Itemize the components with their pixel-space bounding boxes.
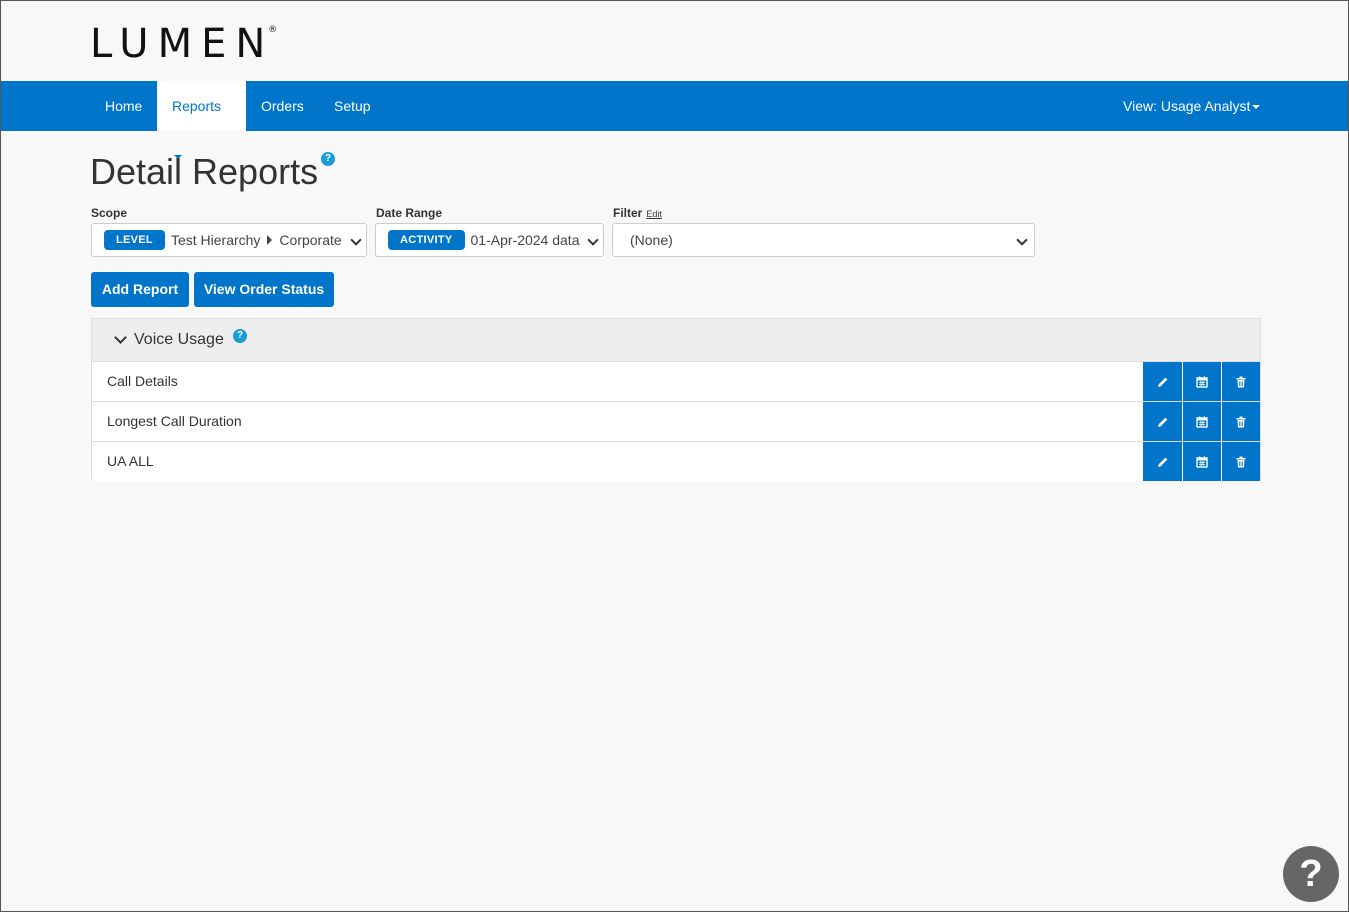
- table-row: Longest Call Duration: [92, 401, 1260, 441]
- help-fab-button[interactable]: ?: [1283, 846, 1339, 902]
- panel-title: Voice Usage: [134, 331, 224, 348]
- calendar-icon: [1196, 416, 1208, 428]
- edit-button[interactable]: [1143, 402, 1182, 441]
- trash-icon: [1236, 456, 1246, 467]
- trash-icon: [1236, 376, 1246, 387]
- page-title: Detail Reports: [90, 151, 319, 192]
- table-row: Call Details: [92, 361, 1260, 401]
- scope-select[interactable]: LEVEL Test Hierarchy Corporate: [91, 223, 367, 257]
- view-selector[interactable]: View: Usage Analyst: [1108, 81, 1275, 131]
- pencil-icon: [1157, 457, 1167, 467]
- schedule-button[interactable]: [1182, 402, 1221, 441]
- nav-reports[interactable]: Reports: [157, 81, 246, 160]
- trash-icon: [1236, 416, 1246, 427]
- calendar-icon: [1196, 376, 1208, 388]
- report-name[interactable]: UA ALL: [107, 453, 154, 469]
- row-actions: [1143, 442, 1260, 481]
- row-actions: [1143, 402, 1260, 441]
- schedule-button[interactable]: [1182, 362, 1221, 401]
- date-range-value: 01-Apr-2024 data: [470, 232, 580, 248]
- nav-home[interactable]: Home: [90, 81, 157, 131]
- edit-button[interactable]: [1143, 362, 1182, 401]
- chevron-down-icon: [350, 234, 362, 246]
- chevron-down-icon[interactable]: [114, 331, 127, 344]
- calendar-icon: [1196, 456, 1208, 468]
- filter-edit-link[interactable]: Edit: [646, 209, 662, 219]
- nav-orders[interactable]: Orders: [246, 81, 319, 131]
- nav-setup[interactable]: Setup: [319, 81, 386, 131]
- filter-label: Filter Edit: [613, 206, 662, 220]
- lumen-logo[interactable]: LUMEN ®: [90, 21, 277, 67]
- activity-pill: ACTIVITY: [388, 230, 465, 250]
- filter-value: (None): [630, 232, 673, 248]
- caret-right-icon: [267, 235, 273, 245]
- scope-label: Scope: [91, 206, 128, 220]
- help-icon[interactable]: ?: [233, 329, 247, 343]
- view-order-status-button[interactable]: View Order Status: [194, 272, 334, 307]
- add-report-button[interactable]: Add Report: [91, 272, 189, 307]
- date-range-label: Date Range: [376, 206, 443, 220]
- scope-path-corporate: Corporate: [279, 232, 342, 248]
- schedule-button[interactable]: [1182, 442, 1221, 481]
- caret-down-icon: [1252, 105, 1261, 110]
- table-row: UA ALL: [92, 441, 1260, 481]
- delete-button[interactable]: [1221, 362, 1260, 401]
- delete-button[interactable]: [1221, 442, 1260, 481]
- voice-usage-panel: Voice Usage ? Call Details Longest Call …: [91, 318, 1261, 481]
- row-actions: [1143, 362, 1260, 401]
- pencil-icon: [1157, 417, 1167, 427]
- chevron-down-icon: [1016, 234, 1028, 246]
- help-icon[interactable]: ?: [321, 152, 335, 166]
- pencil-icon: [1157, 377, 1167, 387]
- main-navbar: Home Reports Orders Setup View: Usage An…: [1, 81, 1348, 160]
- edit-button[interactable]: [1143, 442, 1182, 481]
- chevron-down-icon: [587, 234, 599, 246]
- date-range-select[interactable]: ACTIVITY 01-Apr-2024 data: [375, 223, 604, 257]
- filter-select[interactable]: (None): [612, 223, 1035, 257]
- panel-header[interactable]: Voice Usage ?: [92, 319, 1260, 361]
- report-name[interactable]: Longest Call Duration: [107, 413, 242, 429]
- delete-button[interactable]: [1221, 402, 1260, 441]
- scope-path-hierarchy: Test Hierarchy: [170, 232, 261, 248]
- report-name[interactable]: Call Details: [107, 373, 178, 389]
- logo-bar: LUMEN ®: [1, 1, 1348, 81]
- level-pill: LEVEL: [104, 230, 165, 250]
